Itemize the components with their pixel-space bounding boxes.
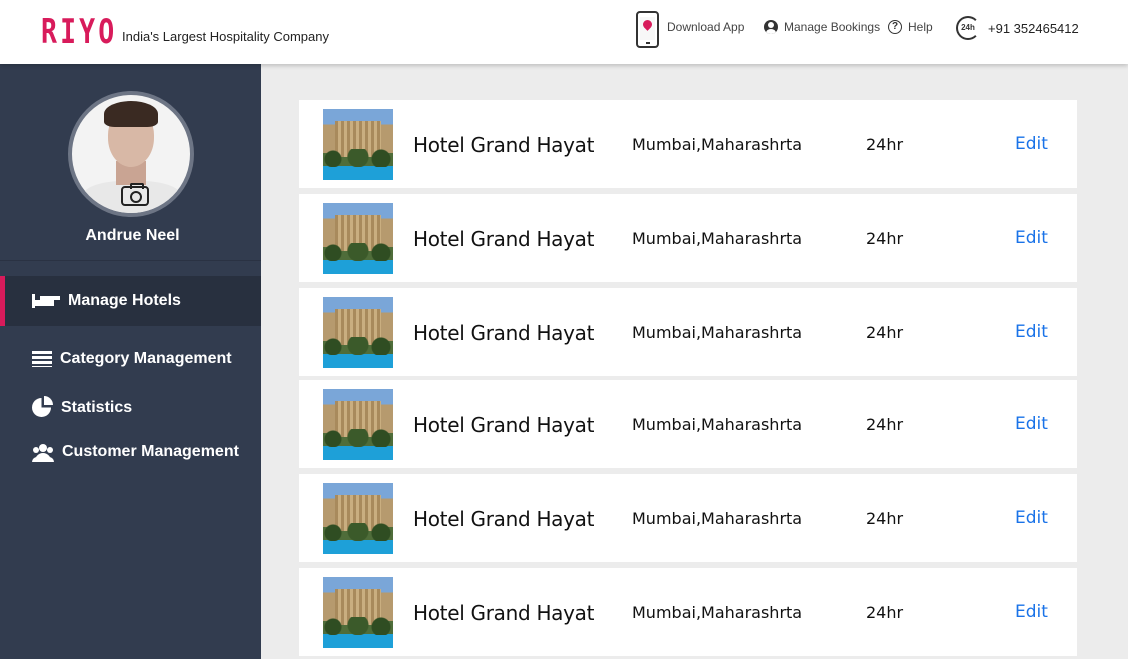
bed-icon <box>32 292 54 310</box>
sidebar-item-label: Statistics <box>61 398 133 416</box>
download-app-link[interactable]: Download App <box>667 20 744 34</box>
user-circle-icon <box>764 20 778 34</box>
hotel-thumbnail <box>323 577 393 648</box>
hotel-name: Hotel Grand Hayat <box>413 321 595 345</box>
hotel-name: Hotel Grand Hayat <box>413 133 595 157</box>
hotel-thumbnail <box>323 297 393 368</box>
edit-link[interactable]: Edit <box>1015 228 1048 248</box>
list-item[interactable]: Hotel Grand Hayat Mumbai,Maharashrta 24h… <box>299 288 1077 376</box>
sidebar-item-customer-management[interactable]: Customer Management <box>0 443 261 462</box>
manage-bookings-link[interactable]: Manage Bookings <box>764 20 880 34</box>
hotel-thumbnail <box>323 203 393 274</box>
edit-link[interactable]: Edit <box>1015 322 1048 342</box>
list-item[interactable]: Hotel Grand Hayat Mumbai,Maharashrta 24h… <box>299 100 1077 188</box>
list-item[interactable]: Hotel Grand Hayat Mumbai,Maharashrta 24h… <box>299 380 1077 468</box>
hotel-name: Hotel Grand Hayat <box>413 601 595 625</box>
support-phone[interactable]: 24h +91 352465412 <box>956 16 1079 40</box>
hotel-duration: 24hr <box>866 229 904 248</box>
hotel-location: Mumbai,Maharashrta <box>632 603 803 622</box>
sidebar-item-label: Customer Management <box>62 443 239 460</box>
avatar[interactable] <box>68 91 194 217</box>
hotel-location: Mumbai,Maharashrta <box>632 323 803 342</box>
hotel-duration: 24hr <box>866 135 904 154</box>
top-header: RIYO India's Largest Hospitality Company… <box>0 0 1128 64</box>
edit-link[interactable]: Edit <box>1015 508 1048 528</box>
list-icon <box>32 351 52 367</box>
brand-logo[interactable]: RIYO <box>41 13 117 51</box>
list-item[interactable]: Hotel Grand Hayat Mumbai,Maharashrta 24h… <box>299 474 1077 562</box>
list-item[interactable]: Hotel Grand Hayat Mumbai,Maharashrta 24h… <box>299 568 1077 656</box>
hotel-name: Hotel Grand Hayat <box>413 227 595 251</box>
hotel-duration: 24hr <box>866 415 904 434</box>
hotel-location: Mumbai,Maharashrta <box>632 135 803 154</box>
hotel-thumbnail <box>323 109 393 180</box>
hotel-location: Mumbai,Maharashrta <box>632 509 803 528</box>
hotel-location: Mumbai,Maharashrta <box>632 415 803 434</box>
user-name: Andrue Neel <box>85 227 180 244</box>
edit-link[interactable]: Edit <box>1015 414 1048 434</box>
hotel-name: Hotel Grand Hayat <box>413 507 595 531</box>
hotel-thumbnail <box>323 389 393 460</box>
sidebar-item-statistics[interactable]: Statistics <box>0 398 261 417</box>
hotel-duration: 24hr <box>866 603 904 622</box>
help-label: Help <box>908 20 933 34</box>
sidebar-item-label: Category Management <box>60 350 232 367</box>
mobile-app-icon[interactable] <box>636 11 659 48</box>
divider <box>0 260 261 261</box>
camera-icon[interactable] <box>121 183 149 206</box>
list-item[interactable]: Hotel Grand Hayat Mumbai,Maharashrta 24h… <box>299 194 1077 282</box>
manage-bookings-label: Manage Bookings <box>784 20 881 34</box>
pie-chart-icon <box>32 398 51 417</box>
sidebar-item-label: Manage Hotels <box>68 292 181 309</box>
edit-link[interactable]: Edit <box>1015 134 1048 154</box>
24h-support-icon: 24h <box>956 16 980 40</box>
phone-number: +91 352465412 <box>988 20 1079 36</box>
download-app-label: Download App <box>667 20 745 34</box>
sidebar-item-category-management[interactable]: Category Management <box>0 350 261 368</box>
users-icon <box>32 443 54 462</box>
brand-tagline: India's Largest Hospitality Company <box>122 29 329 44</box>
sidebar: Andrue Neel Manage Hotels Category Manag… <box>0 64 261 659</box>
question-circle-icon: ? <box>888 20 902 34</box>
hotel-name: Hotel Grand Hayat <box>413 413 595 437</box>
hotel-duration: 24hr <box>866 323 904 342</box>
hotel-duration: 24hr <box>866 509 904 528</box>
hotel-location: Mumbai,Maharashrta <box>632 229 803 248</box>
help-link[interactable]: ? Help <box>888 20 933 34</box>
sidebar-item-manage-hotels[interactable]: Manage Hotels <box>0 276 261 326</box>
hotel-thumbnail <box>323 483 393 554</box>
edit-link[interactable]: Edit <box>1015 602 1048 622</box>
